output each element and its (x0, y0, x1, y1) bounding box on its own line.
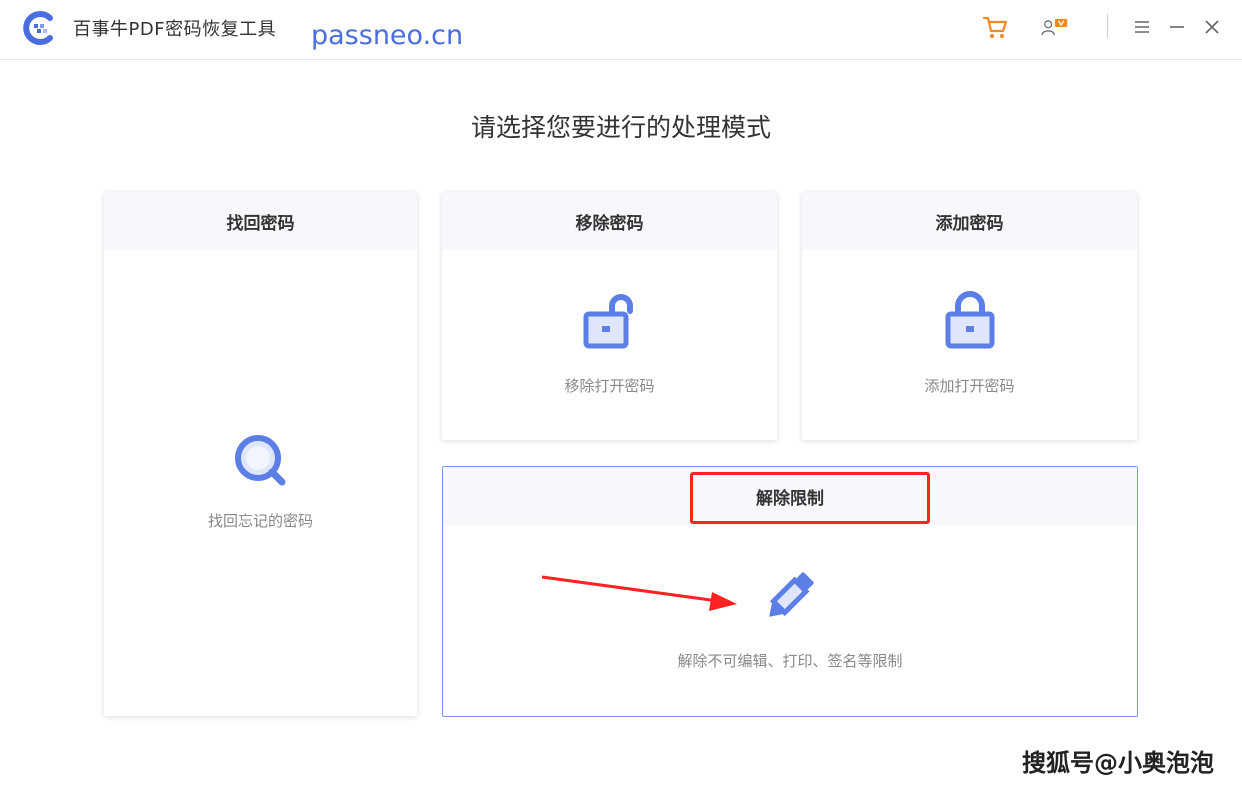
red-arrow-annotation (541, 575, 737, 611)
footer-watermark: 搜狐号@小奥泡泡 (1022, 749, 1214, 777)
